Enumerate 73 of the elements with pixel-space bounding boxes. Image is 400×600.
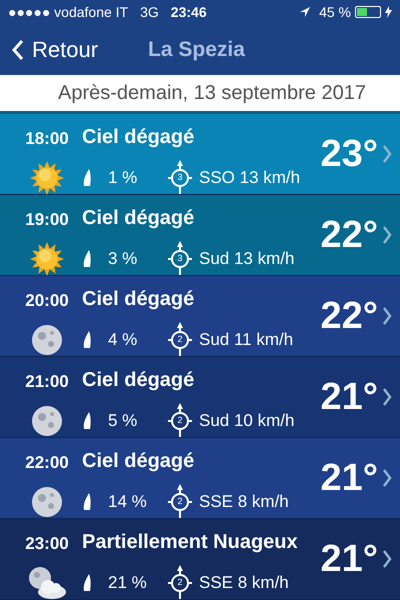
forecast-row[interactable]: 21:00 Ciel dégagé 5 % 2 Sud 10 km/h 21° xyxy=(0,357,400,438)
condition-text: Ciel dégagé xyxy=(82,449,196,474)
wind-text: Sud 10 km/h xyxy=(199,410,294,432)
location-arrow-icon xyxy=(299,6,312,18)
rain-chance: 4 % xyxy=(108,329,138,352)
sun-icon xyxy=(29,160,65,196)
charging-icon xyxy=(385,6,392,18)
condition-text: Ciel dégagé xyxy=(82,125,196,150)
hour-text: 19:00 xyxy=(25,209,69,231)
moon-cloud-icon xyxy=(26,564,68,600)
date-header: Après-demain, 13 septembre 2017 xyxy=(57,81,366,106)
chevron-right-icon xyxy=(382,306,392,326)
wind-text: SSE 8 km/h xyxy=(199,572,289,594)
wind-force: 2 xyxy=(176,333,184,346)
clock-text: 23:46 xyxy=(170,2,207,22)
chevron-right-icon xyxy=(382,549,392,569)
condition-text: Ciel dégagé xyxy=(82,287,196,312)
wind-compass-icon xyxy=(166,160,194,196)
temperature: 22° xyxy=(320,294,378,338)
wind-compass-icon xyxy=(166,403,194,439)
condition-text: Ciel dégagé xyxy=(82,368,196,393)
wind-text: Sud 11 km/h xyxy=(199,329,294,352)
back-button[interactable]: Retour xyxy=(12,33,98,66)
wind-compass-icon xyxy=(166,484,194,520)
wind-text: SSE 8 km/h xyxy=(199,491,289,514)
carrier-text: ●●●●● vodafone IT xyxy=(8,2,128,22)
battery-icon xyxy=(355,6,381,18)
chevron-right-icon xyxy=(382,225,392,245)
wind-compass-icon xyxy=(166,241,194,277)
hour-text: 23:00 xyxy=(25,533,69,555)
raindrop-icon xyxy=(82,411,92,431)
wind-force: 2 xyxy=(176,576,184,590)
rain-chance: 5 % xyxy=(108,410,138,432)
forecast-row[interactable]: 22:00 Ciel dégagé 14 % 2 SSE 8 km/h 21° xyxy=(0,438,400,519)
forecast-row[interactable]: 19:00 Ciel dégagé 3 % 3 Sud 13 km/h 22° xyxy=(0,195,400,276)
forecast-row[interactable]: 18:00 Ciel dégagé 1 % 3 SSO 13 km/h 23° xyxy=(0,114,400,195)
chevron-left-icon xyxy=(12,38,24,61)
nav-title: La Spezia xyxy=(148,37,245,64)
temperature: 23° xyxy=(320,132,378,176)
wind-text: SSO 13 km/h xyxy=(199,167,300,190)
chevron-right-icon xyxy=(382,144,392,164)
temperature: 21° xyxy=(320,536,378,582)
wind-force: 3 xyxy=(176,171,184,184)
temperature: 22° xyxy=(320,212,378,258)
wind-text: Sud 13 km/h xyxy=(199,248,294,270)
raindrop-icon xyxy=(82,330,92,350)
rain-chance: 21 % xyxy=(108,572,148,594)
wind-force: 2 xyxy=(176,495,184,508)
rain-chance: 1 % xyxy=(108,167,138,190)
hour-text: 18:00 xyxy=(25,128,69,150)
wind-force: 2 xyxy=(176,414,184,428)
sun-icon xyxy=(29,240,65,276)
hour-text: 20:00 xyxy=(25,290,69,312)
chevron-right-icon xyxy=(382,387,392,407)
chevron-right-icon xyxy=(382,468,392,488)
temperature: 21° xyxy=(320,456,378,500)
battery-percent: 45 % xyxy=(319,2,351,22)
forecast-row[interactable]: 20:00 Ciel dégagé 4 % 2 Sud 11 km/h 22° xyxy=(0,276,400,357)
hour-text: 21:00 xyxy=(25,371,69,393)
raindrop-icon xyxy=(82,168,92,188)
wind-force: 3 xyxy=(176,252,184,266)
raindrop-icon xyxy=(82,249,92,269)
rain-chance: 14 % xyxy=(108,491,148,514)
wind-compass-icon xyxy=(166,322,194,358)
rain-chance: 3 % xyxy=(108,248,138,270)
condition-text: Partiellement Nuageux xyxy=(82,530,299,555)
raindrop-icon xyxy=(82,492,92,512)
temperature: 21° xyxy=(320,374,378,420)
hour-text: 22:00 xyxy=(25,452,69,474)
raindrop-icon xyxy=(82,573,92,593)
network-text: 3G xyxy=(140,2,159,22)
condition-text: Ciel dégagé xyxy=(82,206,196,231)
wind-compass-icon xyxy=(166,565,194,600)
